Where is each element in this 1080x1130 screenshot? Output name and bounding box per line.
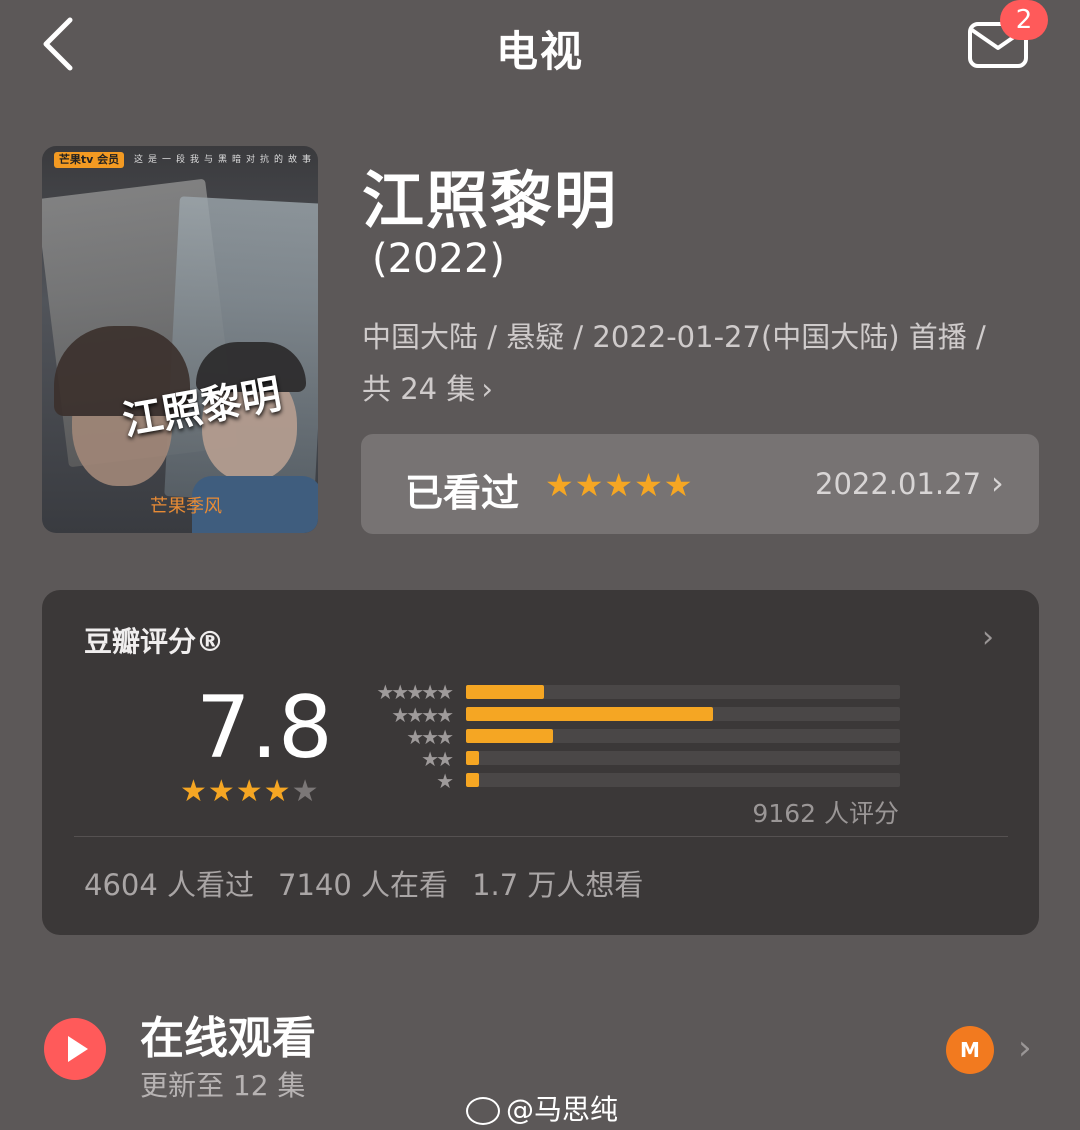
distribution-bar-3-star	[466, 729, 900, 743]
distribution-label-4-star: ★★★★	[391, 703, 454, 727]
poster-tagline: 这是一段我与黑暗对抗的故事	[134, 155, 317, 165]
distribution-label-1-star: ★	[436, 769, 454, 793]
distribution-bar-5-star	[466, 685, 900, 699]
mango-tv-icon[interactable]: M	[946, 1026, 994, 1074]
distribution-label-3-star: ★★★	[406, 725, 454, 749]
rating-title: 豆瓣评分®	[84, 625, 225, 658]
distribution-fill-5-star	[466, 685, 545, 699]
chevron-right-icon: ›	[982, 620, 994, 655]
page-title: 电视	[495, 27, 584, 76]
wish-count[interactable]: 1.7 万人想看	[472, 868, 643, 902]
chevron-right-icon: ›	[991, 464, 1004, 502]
watched-date: 2022.01.27	[815, 467, 982, 501]
divider	[74, 836, 1008, 837]
show-title: 江照黎明	[362, 164, 619, 237]
poster-sub-brand: 芒果季风	[150, 496, 222, 517]
distribution-fill-1-star	[466, 773, 480, 787]
distribution-fill-3-star	[466, 729, 553, 743]
play-icon[interactable]	[44, 1018, 106, 1080]
douban-rating-card[interactable]: 豆瓣评分® › 7.8 ★★★★★ ★★★★★ ★★★★ ★★★ ★★ ★ 91…	[42, 590, 1039, 935]
poster-platform-logo: 芒果tv 会员	[54, 152, 124, 168]
episode-count: 共 24 集	[362, 372, 476, 406]
distribution-fill-4-star	[466, 707, 714, 721]
rating-count: 9162 人评分	[752, 799, 899, 828]
distribution-bar-1-star	[466, 773, 900, 787]
chevron-right-icon[interactable]: ›	[1018, 1028, 1032, 1068]
watched-count[interactable]: 4604 人看过	[84, 868, 254, 902]
notification-badge: 2	[1000, 0, 1048, 40]
poster-image[interactable]: 芒果tv 会员 这是一段我与黑暗对抗的故事 江照黎明 芒果季风	[42, 146, 318, 533]
distribution-label-5-star: ★★★★★	[376, 680, 454, 704]
watched-status-row[interactable]: 已看过 ★★★★★ 2022.01.27 ›	[361, 434, 1039, 534]
chevron-right-icon: ›	[481, 372, 493, 406]
audience-stats: 4604 人看过 7140 人在看 1.7 万人想看	[84, 862, 667, 904]
distribution-bar-2-star	[466, 751, 900, 765]
distribution-bar-4-star	[466, 707, 900, 721]
online-watch-subtitle: 更新至 12 集	[140, 1069, 306, 1102]
watching-count[interactable]: 7140 人在看	[278, 868, 448, 902]
rating-score: 7.8	[196, 678, 333, 778]
rating-stars-empty: ★	[291, 774, 320, 809]
rating-stars: ★★★★★	[180, 774, 319, 809]
watermark-text: @马思纯	[506, 1093, 619, 1126]
weibo-watermark: @马思纯	[466, 1088, 618, 1128]
episode-count-link[interactable]: 共 24 集 ›	[362, 366, 493, 408]
my-rating-stars: ★★★★★	[545, 466, 694, 504]
online-watch-title[interactable]: 在线观看	[140, 1002, 316, 1066]
distribution-fill-2-star	[466, 751, 480, 765]
weibo-icon	[466, 1097, 500, 1125]
show-year: (2022)	[372, 236, 506, 282]
distribution-label-2-star: ★★	[421, 747, 454, 771]
rating-stars-filled: ★★★★	[180, 774, 292, 809]
show-meta-info: 中国大陆 / 悬疑 / 2022-01-27(中国大陆) 首播 /	[362, 320, 986, 354]
watched-label: 已看过	[405, 471, 520, 515]
